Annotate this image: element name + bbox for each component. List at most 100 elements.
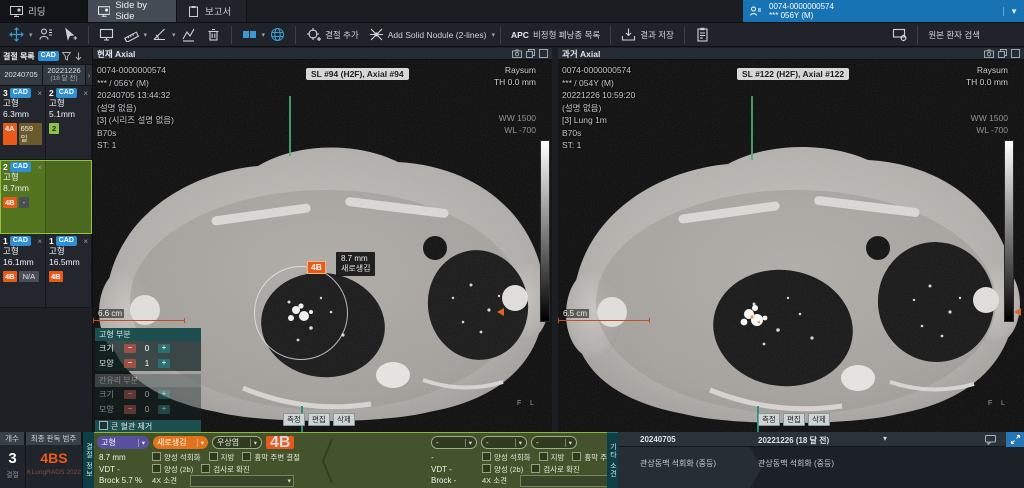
patient-chevron-down-icon[interactable]: ▼: [1003, 7, 1018, 16]
benign-checkbox[interactable]: 양성 (2b): [152, 464, 193, 476]
delete-annotation-button[interactable]: [201, 25, 226, 44]
expand-panel-button[interactable]: [1006, 432, 1024, 447]
edit-button[interactable]: 편집: [308, 413, 330, 426]
findings-date-chevron-icon[interactable]: ▾: [880, 434, 890, 443]
past-viewport-title: 과거 Axial: [562, 48, 600, 60]
maximize-icon[interactable]: [1011, 49, 1020, 58]
nodule-lobe-dropdown[interactable]: -▾: [531, 436, 577, 449]
current-ct-image[interactable]: 0074-0000000574 *** / 056Y (M) 20240705 …: [93, 60, 552, 432]
shape-plus-button[interactable]: +: [158, 405, 170, 414]
size-plus-button[interactable]: +: [158, 390, 170, 399]
slice-position-arrow[interactable]: [1014, 308, 1021, 316]
nodule-status-dropdown[interactable]: -▾: [481, 436, 527, 449]
report-clipboard-button[interactable]: [690, 25, 715, 44]
findings-past-date[interactable]: 20221226 (18 달 전): [758, 435, 829, 446]
calcification-checkbox[interactable]: 양성 석회화: [152, 452, 201, 464]
close-icon[interactable]: ×: [83, 89, 88, 98]
3d-view-button[interactable]: [265, 25, 290, 44]
slice-chip[interactable]: SL #94 (H2F), Axial #94: [306, 68, 409, 80]
origin-patient-search-button[interactable]: 원본 환자 검색: [923, 27, 1020, 43]
vessel-removal-checkbox[interactable]: [99, 421, 108, 430]
delete-button[interactable]: 삭제: [808, 413, 830, 426]
nodule-card-current-1[interactable]: 1CAD× 고형 16.1mm 4BN/A: [0, 234, 46, 307]
close-icon[interactable]: ×: [37, 237, 42, 246]
calcification-checkbox[interactable]: 양성 석회화: [482, 452, 531, 464]
maximize-icon[interactable]: [539, 49, 548, 58]
viewer-settings-button[interactable]: [887, 25, 912, 44]
add-solid-nodule-chevron-icon[interactable]: ▾: [491, 31, 495, 39]
point-select-button[interactable]: [58, 25, 83, 44]
size-minus-button[interactable]: −: [124, 390, 136, 399]
nodule-card-current-3[interactable]: 3CAD× 고형 6.3mm 4A659 일: [0, 86, 46, 159]
polyline-tool-button[interactable]: [176, 25, 201, 44]
shape-minus-button[interactable]: −: [124, 359, 136, 368]
size-label: 크기: [99, 389, 121, 400]
apc-list-label: 비정형 폐낭종 목록: [533, 29, 600, 41]
close-icon[interactable]: ×: [37, 163, 42, 172]
windowing-button[interactable]: [33, 25, 58, 44]
ruler-tool-button[interactable]: [119, 25, 144, 44]
nodule-card-past-empty[interactable]: [46, 160, 92, 233]
layout-button[interactable]: [237, 25, 262, 44]
cad-toggle-badge[interactable]: CAD: [38, 51, 59, 61]
fat-checkbox[interactable]: 지방: [539, 452, 565, 464]
current-viewport[interactable]: 현재 Axial: [93, 48, 552, 432]
add-solid-nodule-button[interactable]: Add Solid Nodule (2-lines): [364, 25, 492, 44]
comment-icon[interactable]: [985, 435, 996, 445]
shape-plus-button[interactable]: +: [158, 359, 170, 368]
past-ct-image[interactable]: 0074-0000000574 *** / 054Y (M) 20221226 …: [558, 60, 1024, 432]
copy-icon[interactable]: [526, 49, 535, 58]
close-icon[interactable]: ×: [83, 237, 88, 246]
close-icon[interactable]: ×: [37, 89, 42, 98]
filter-funnel-icon[interactable]: [62, 52, 71, 61]
edit-button[interactable]: 편집: [783, 413, 805, 426]
measure-button[interactable]: 측정: [758, 413, 780, 426]
screen-capture-button[interactable]: [94, 25, 119, 44]
sidebar-expander[interactable]: ›: [86, 65, 92, 85]
measure-button[interactable]: 측정: [283, 413, 305, 426]
nodule-card-past-2[interactable]: 2CAD× 고형 5.1mm 2: [46, 86, 92, 159]
pan-chevron-down-icon[interactable]: ▾: [29, 31, 33, 39]
finding-4x-select[interactable]: ▾: [190, 475, 294, 487]
tab-reading[interactable]: 리딩: [0, 0, 88, 22]
past-dicom-overlay: 0074-0000000574 *** / 054Y (M) 20221226 …: [562, 64, 635, 152]
camera-icon[interactable]: [984, 49, 994, 58]
patient-chip[interactable]: 0074-0000000574 *** 056Y (M) ▼: [743, 0, 1024, 22]
apc-list-button[interactable]: APC 비정형 폐낭종 목록: [506, 27, 605, 43]
current-study-date[interactable]: 20240705: [0, 65, 43, 85]
delete-button[interactable]: 삭제: [333, 413, 355, 426]
pan-tool-button[interactable]: [4, 25, 29, 44]
nodule-type-dropdown[interactable]: 고형▾: [97, 436, 149, 449]
confirmed-checkbox[interactable]: 검사로 확진: [531, 464, 580, 476]
size-minus-button[interactable]: −: [124, 344, 136, 353]
past-viewport[interactable]: 과거 Axial: [558, 48, 1024, 432]
tab-report[interactable]: 보고서: [177, 0, 247, 22]
nodule-status-dropdown[interactable]: 새로생김▾: [153, 436, 208, 449]
slice-position-arrow[interactable]: [497, 308, 504, 316]
nodule-card-past-1[interactable]: 1CAD× 고형 16.5mm 4B: [46, 234, 92, 307]
nodule-list-header: 결절 목록 CAD: [0, 48, 92, 64]
past-study-date[interactable]: 20221226 (18 달 전): [43, 65, 86, 85]
nodule-type-dropdown[interactable]: -▾: [431, 436, 477, 449]
pleural-checkbox[interactable]: 흉막 주변 결절: [242, 452, 300, 464]
benign-checkbox[interactable]: 양성 (2b): [482, 464, 523, 476]
grayscale-bar[interactable]: [1004, 140, 1014, 322]
sort-down-icon[interactable]: [74, 52, 83, 61]
copy-icon[interactable]: [998, 49, 1007, 58]
camera-icon[interactable]: [512, 49, 522, 58]
save-result-button[interactable]: 결과 저장: [616, 25, 679, 44]
slice-chip[interactable]: SL #122 (H2F), Axial #122: [737, 68, 849, 80]
nodule-marker-4b[interactable]: 4B: [307, 261, 326, 274]
nodule-type: 고형: [3, 246, 42, 257]
grayscale-bar[interactable]: [540, 140, 550, 322]
angle-tool-button[interactable]: [147, 25, 172, 44]
shape-minus-button[interactable]: −: [124, 405, 136, 414]
size-plus-button[interactable]: +: [158, 344, 170, 353]
tab-side-by-side[interactable]: Side by Side: [88, 0, 177, 22]
nodule-card-current-2[interactable]: 2CAD× 고형 8.7mm 4B-: [0, 160, 46, 233]
add-nodule-button[interactable]: 결절 추가: [301, 25, 364, 44]
fat-checkbox[interactable]: 지방: [209, 452, 235, 464]
size-value: 0: [139, 390, 155, 399]
confirmed-checkbox[interactable]: 검사로 확진: [201, 464, 250, 476]
nodule-lobe-dropdown[interactable]: 우상엽▾: [212, 436, 262, 449]
